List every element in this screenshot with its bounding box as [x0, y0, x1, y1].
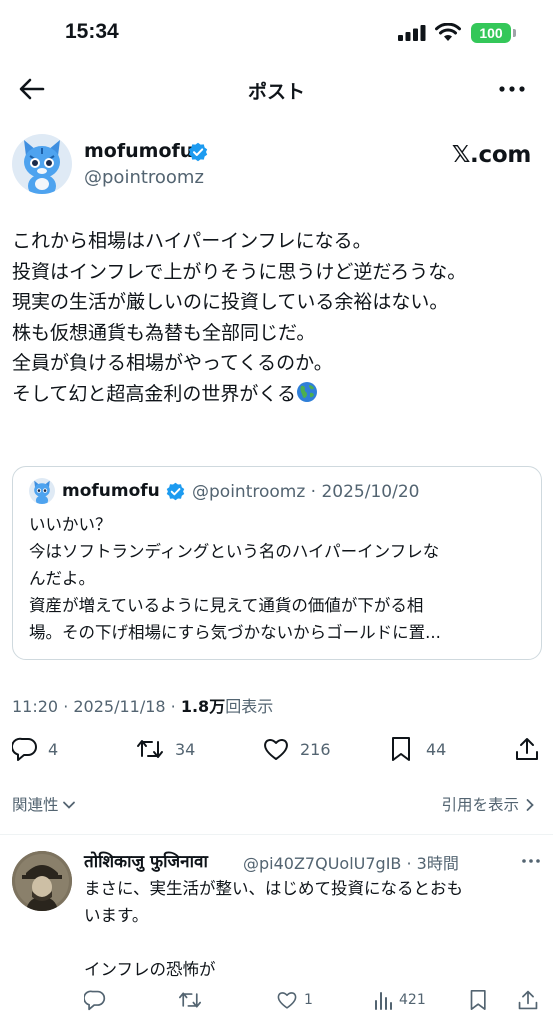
repost-icon	[137, 740, 163, 758]
sort-relevance-dropdown[interactable]: 関連性	[12, 793, 76, 815]
post-line: 全員が負ける相場がやってくるのか。	[12, 352, 333, 374]
reply-actions: 1 421	[0, 989, 553, 1019]
post-text: これから相場はハイパーインフレになる。 投資はインフレで上がりそうに思うけど逆だ…	[12, 226, 542, 409]
battery-tip	[513, 29, 516, 37]
quote-avatar	[29, 478, 55, 504]
author-handle[interactable]: @pointroomz	[84, 167, 204, 188]
chevron-down-icon	[62, 801, 75, 809]
repost-count: 34	[175, 740, 196, 759]
repost-icon	[179, 992, 201, 1008]
post-line: 株も仮想通貨も為替も全部同じだ。	[12, 321, 316, 344]
reply-line: います。	[84, 906, 149, 925]
reply-reply-button[interactable]	[84, 989, 108, 1013]
reply-icon	[12, 737, 37, 761]
post-timestamp: 11:20 · 2025/11/18 ·	[12, 697, 181, 716]
post-meta: 11:20 · 2025/11/18 · 1.8万回表示	[12, 693, 273, 717]
share-icon	[516, 738, 538, 760]
post-actions: 4 34 216 44	[0, 728, 553, 768]
more-options-icon[interactable]	[498, 77, 526, 101]
views-label: 回表示	[225, 697, 274, 716]
reply-bookmark-button[interactable]	[469, 989, 491, 1013]
reply-view-count: 421	[399, 992, 426, 1008]
reply-repost-button[interactable]	[178, 989, 204, 1013]
quote-author-name: mofumofu	[62, 481, 160, 501]
reply-author-name[interactable]: तोशिकाजु फुजिनावा	[84, 849, 208, 872]
bookmark-icon	[470, 989, 486, 1010]
page-title: ポスト	[247, 81, 305, 103]
battery-indicator: 100	[471, 23, 511, 43]
reply-post[interactable]: तोशिकाजु फुजिनावा @pi40Z7QUolU7gIB · 3時間…	[0, 835, 553, 1024]
quote-line: 資産が増えているように見えて通貨の価値が下がる相	[29, 596, 424, 615]
sort-label: 関連性	[12, 796, 59, 814]
reply-views-button[interactable]: 421	[373, 989, 433, 1013]
post-line: これから相場はハイパーインフレになる。	[12, 230, 372, 252]
post-author: mofumofu @pointroomz 𝕏.com	[0, 132, 553, 196]
quote-line: んだよ。	[29, 569, 95, 588]
post-line: 現実の生活が厳しいのに投資している余裕はない。	[12, 291, 449, 313]
repost-button[interactable]: 34	[136, 736, 206, 762]
quote-line: 今はソフトランディングという名のハイパーインフレな	[29, 542, 440, 561]
heart-icon	[277, 992, 297, 1009]
analytics-icon	[375, 992, 392, 1010]
quoted-post[interactable]: mofumofu @pointroomz · 2025/10/20 いいかい？ …	[12, 466, 542, 660]
reply-like-button[interactable]: 1	[276, 989, 316, 1013]
share-icon	[518, 990, 538, 1010]
status-time: 15:34	[65, 20, 119, 43]
quote-line: 場。その下げ相場にすら気づかないからゴールドに置...	[29, 623, 441, 642]
like-button[interactable]: 216	[262, 736, 342, 762]
post-line-last: そして幻と超高金利の世界がくる	[12, 379, 542, 410]
author-name[interactable]: mofumofu	[84, 140, 193, 162]
bookmark-button[interactable]: 44	[390, 736, 460, 762]
share-button[interactable]	[514, 736, 540, 762]
show-quotes-label: 引用を表示	[441, 796, 519, 814]
verified-badge-icon	[188, 142, 208, 162]
more-options-icon[interactable]	[521, 853, 541, 869]
reply-line	[84, 929, 544, 956]
top-nav: ポスト	[0, 66, 553, 112]
avatar[interactable]	[12, 851, 72, 911]
verified-badge-icon	[166, 482, 185, 501]
avatar[interactable]	[12, 134, 72, 194]
wifi-icon	[435, 23, 461, 41]
reply-like-count: 1	[304, 992, 313, 1008]
reply-button[interactable]: 4	[12, 736, 72, 762]
reply-count: 4	[48, 740, 59, 759]
chevron-right-icon	[526, 799, 534, 811]
reply-line: まさに、実生活が整い、はじめて投資になるとおも	[84, 879, 464, 898]
post-line: 投資はインフレで上がりそうに思うけど逆だろうな。	[12, 260, 467, 283]
show-quotes-link[interactable]: 引用を表示	[441, 793, 535, 815]
like-count: 216	[300, 740, 331, 759]
bookmark-count: 44	[426, 740, 447, 759]
reply-share-button[interactable]	[517, 989, 539, 1013]
reply-handle-time[interactable]: @pi40Z7QUolU7gIB · 3時間	[243, 850, 459, 874]
globe-icon	[297, 381, 318, 402]
view-count: 1.8万	[180, 697, 226, 716]
status-bar: 15:34 100	[0, 0, 553, 60]
post-line: そして幻と超高金利の世界がくる	[12, 382, 297, 405]
bookmark-icon	[392, 737, 410, 761]
heart-icon	[264, 739, 288, 760]
source-label: 𝕏.com	[451, 142, 531, 168]
quote-handle-date: @pointroomz · 2025/10/20	[192, 482, 420, 502]
reply-text: まさに、実生活が整い、はじめて投資になるとおも います。 インフレの恐怖が	[84, 875, 544, 983]
quote-line: いいかい？	[29, 515, 112, 534]
quote-text: いいかい？ 今はソフトランディングという名のハイパーインフレな んだよ。 資産が…	[29, 511, 529, 646]
cellular-signal-icon	[398, 25, 426, 41]
reply-line: インフレの恐怖が	[84, 960, 216, 979]
reply-icon	[84, 990, 106, 1011]
